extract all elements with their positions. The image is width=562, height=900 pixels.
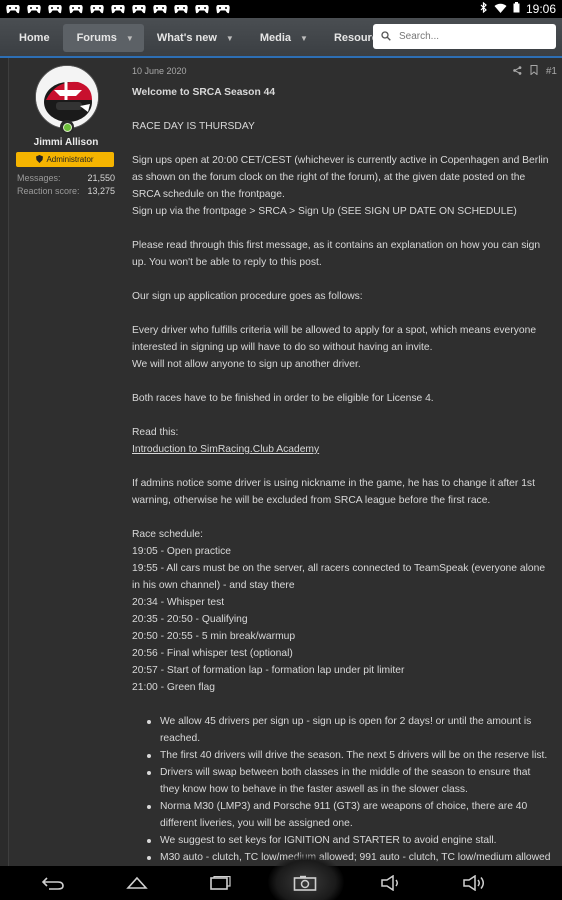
post-body: Welcome to SRCA Season 44 RACE DAY IS TH…	[132, 84, 552, 900]
schedule-item: 20:34 - Whisper test	[132, 597, 225, 608]
schedule-item: 20:56 - Final whisper test (optional)	[132, 648, 293, 659]
shield-icon	[36, 154, 44, 165]
nav-home-label: Home	[19, 32, 50, 44]
volume-up-icon[interactable]	[462, 875, 486, 891]
forum-navbar: Home Forums ▼ What's new ▼ Media ▼ Resource…	[0, 18, 562, 58]
bluetooth-icon	[480, 1, 488, 16]
reaction-value[interactable]: 13,275	[87, 186, 115, 196]
race-day-text: RACE DAY IS THURSDAY	[132, 121, 255, 132]
signup-paragraph: Sign ups open at 20:00 CET/CEST (whichev…	[132, 152, 552, 220]
nav-forums-label: Forums	[76, 32, 117, 44]
game-controller-icon	[6, 4, 20, 14]
home-icon[interactable]	[125, 875, 149, 891]
procedure-text: Our sign up application procedure goes a…	[132, 291, 363, 302]
schedule-item: 20:57 - Start of formation lap - formati…	[132, 665, 405, 676]
online-status-icon	[60, 120, 74, 134]
read-this-paragraph: Read this: Introduction to SimRacing.Clu…	[132, 424, 552, 458]
nav-whats-new-label: What's new	[156, 32, 217, 44]
post-number[interactable]: #1	[546, 66, 557, 77]
nav-home[interactable]: Home	[6, 24, 63, 52]
nav-whats-new[interactable]: What's new ▼	[144, 24, 247, 52]
rule-list-item: Norma M30 (LMP3) and Porsche 911 (GT3) a…	[144, 798, 552, 832]
back-icon[interactable]	[41, 875, 65, 891]
schedule-list: 19:05 - Open practice 19:55 - All cars mu…	[132, 543, 552, 696]
rule-list-item: M30 auto - clutch, TC low/medium allowed…	[144, 849, 552, 866]
race-schedule: Race schedule: 19:05 - Open practice 19:5…	[132, 526, 552, 696]
game-controller-icon	[216, 4, 230, 14]
chevron-down-icon[interactable]: ▼	[126, 34, 134, 43]
chevron-down-icon[interactable]: ▼	[226, 34, 234, 43]
schedule-item: 20:50 - 20:55 - 5 min break/warmup	[132, 631, 296, 642]
nickname-text: If admins notice some driver is using ni…	[132, 478, 535, 506]
rule-list-item: Drivers will swap between both classes i…	[144, 764, 552, 798]
read-first-text: Please read through this first message, …	[132, 240, 541, 268]
nav-media[interactable]: Media ▼	[247, 24, 321, 52]
reaction-stat: Reaction score: 13,275	[17, 186, 115, 196]
clock: 19:06	[525, 2, 556, 16]
messages-label: Messages:	[17, 173, 61, 183]
role-badge: Administrator	[16, 152, 114, 167]
search-input[interactable]	[399, 31, 539, 42]
wifi-icon	[494, 2, 507, 16]
schedule-item: 21:00 - Green flag	[132, 682, 215, 693]
signup-text: Sign ups open at 20:00 CET/CEST (whichev…	[132, 155, 549, 200]
rule-list-item: We allow 45 drivers per sign up - sign u…	[144, 713, 552, 747]
license-text: Both races have to be finished in order …	[132, 393, 434, 404]
author-name[interactable]: Jimmi Allison	[9, 137, 123, 148]
battery-icon	[513, 2, 520, 16]
post-date[interactable]: 10 June 2020	[132, 66, 187, 76]
search-box[interactable]	[373, 24, 556, 49]
nav-media-label: Media	[259, 32, 292, 44]
game-controller-icon	[111, 4, 125, 14]
game-controller-icon	[69, 4, 83, 14]
schedule-item: 20:35 - 20:50 - Qualifying	[132, 614, 248, 625]
forum-post: Jimmi Allison Administrator Messages: 21…	[8, 58, 562, 897]
game-controller-icon	[132, 4, 146, 14]
game-controller-icon	[174, 4, 188, 14]
bookmark-icon[interactable]	[530, 65, 538, 78]
volume-down-icon[interactable]	[379, 875, 403, 891]
reaction-label: Reaction score:	[17, 186, 80, 196]
share-icon[interactable]	[513, 65, 522, 78]
no-proxy-signup-text: We will not allow anyone to sign up anot…	[132, 359, 361, 370]
notification-icons	[6, 4, 230, 14]
game-controller-icon	[153, 4, 167, 14]
criteria-text: Every driver who fulfills criteria will …	[132, 325, 537, 353]
schedule-item: 19:05 - Open practice	[132, 546, 232, 557]
rule-list-item: The first 40 drivers will drive the seas…	[144, 747, 552, 764]
schedule-item: 19:55 - All cars must be on the server, …	[132, 563, 546, 591]
game-controller-icon	[195, 4, 209, 14]
signup-via-text: Sign up via the frontpage > SRCA > Sign …	[132, 206, 517, 217]
search-icon	[381, 28, 391, 46]
screenshot-icon[interactable]	[293, 875, 317, 891]
status-bar: 19:06	[0, 0, 562, 18]
rule-list-item: We suggest to set keys for IGNITION and …	[144, 832, 552, 849]
system-nav-bar	[0, 854, 562, 900]
recent-apps-icon[interactable]	[208, 875, 232, 891]
post-title: Welcome to SRCA Season 44	[132, 87, 276, 98]
chevron-down-icon[interactable]: ▼	[300, 34, 308, 43]
read-this-label: Read this:	[132, 427, 179, 438]
criteria-paragraph: Every driver who fulfills criteria will …	[132, 322, 552, 373]
game-controller-icon	[90, 4, 104, 14]
schedule-title: Race schedule:	[132, 529, 203, 540]
role-label: Administrator	[46, 155, 94, 164]
nav-forums[interactable]: Forums ▼	[62, 24, 144, 52]
messages-value[interactable]: 21,550	[87, 173, 115, 183]
messages-stat: Messages: 21,550	[17, 173, 115, 183]
game-controller-icon	[27, 4, 41, 14]
post-header: 10 June 2020 #1	[132, 65, 557, 80]
game-controller-icon	[48, 4, 62, 14]
academy-link[interactable]: Introduction to SimRacing.Club Academy	[132, 444, 319, 455]
